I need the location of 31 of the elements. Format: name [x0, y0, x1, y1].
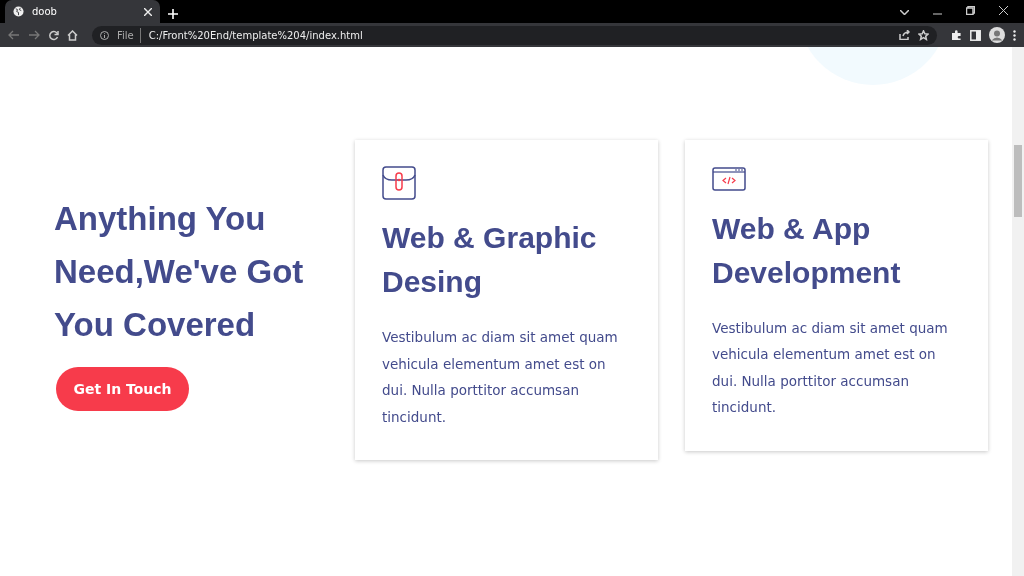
forward-arrow-icon[interactable]	[28, 30, 40, 40]
avatar-icon[interactable]	[989, 27, 1005, 43]
globe-icon	[13, 6, 24, 17]
share-icon[interactable]	[899, 30, 910, 40]
info-icon[interactable]	[100, 30, 109, 40]
card-title: Web & App Development	[712, 210, 902, 291]
url-text: C:/Front%20End/template%204/index.html	[148, 28, 364, 43]
star-icon[interactable]	[918, 29, 929, 41]
card-description: Vestibulum ac diam sit amet quam vehicula elementum amet est on dui. Nulla porttitor accumsan tincidunt.	[382, 328, 619, 427]
browser-tab[interactable]: doob	[5, 0, 160, 23]
close-icon[interactable]	[999, 6, 1008, 15]
chevron-down-icon[interactable]	[900, 10, 909, 15]
code-window-icon	[712, 166, 746, 191]
card-title: Web & Graphic Desing	[382, 220, 598, 300]
home-icon[interactable]	[67, 29, 78, 41]
card-description: Vestibulum ac diam sit amet quam vehicula elementum amet est on dui. Nulla porttitor accumsan tincidunt.	[712, 318, 949, 417]
new-tab-icon[interactable]	[168, 9, 178, 19]
tab-title: doob	[32, 5, 58, 19]
get-in-touch-button[interactable]: Get In Touch	[56, 367, 189, 411]
hero-heading: Anything You Need,We've Got You Covered	[54, 199, 305, 345]
more-menu-icon[interactable]	[1013, 29, 1016, 41]
envelope-icon	[382, 166, 416, 200]
back-arrow-icon[interactable]	[8, 30, 20, 40]
reload-icon[interactable]	[48, 29, 59, 41]
address-bar[interactable]: File C:/Front%20End/template%204/index.html	[92, 25, 937, 45]
side-panel-icon[interactable]	[970, 29, 981, 41]
restore-icon[interactable]	[966, 6, 975, 15]
puzzle-icon[interactable]	[951, 29, 962, 41]
scrollbar[interactable]	[1012, 47, 1024, 576]
scrollbar-thumb[interactable]	[1014, 145, 1022, 217]
url-scheme: File	[117, 27, 141, 43]
